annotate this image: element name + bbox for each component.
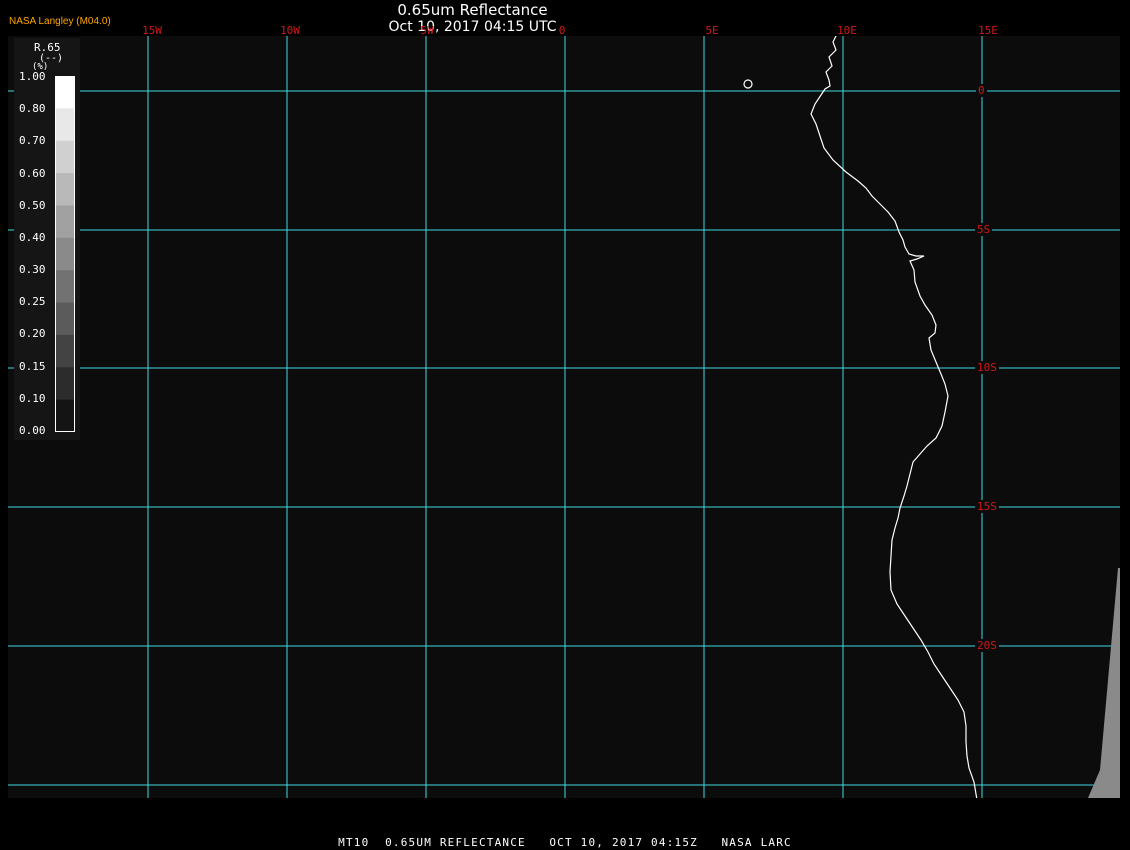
map-canvas [8, 36, 1120, 798]
legend-tick-label: 0.30 [19, 263, 46, 277]
longitude-label: 10E [837, 24, 857, 37]
legend-colorbar [55, 76, 75, 432]
latitude-label: 5S [975, 223, 993, 236]
legend-tick-label: 0.15 [19, 359, 46, 373]
legend-tick-label: 0.80 [19, 102, 46, 116]
footer-time: OCT 10, 2017 04:15Z [549, 836, 698, 849]
legend-tick-label: 0.40 [19, 230, 46, 244]
longitude-label: 5W [420, 24, 434, 37]
legend-swatch [56, 399, 74, 432]
footer-caption: MT10 0.65UM REFLECTANCE OCT 10, 2017 04:… [0, 836, 1130, 849]
longitude-label: 15E [978, 24, 998, 37]
map-title: 0.65um Reflectance [397, 1, 548, 19]
brand-label: NASA Langley (M04.0) [9, 16, 111, 27]
longitude-label: 5E [705, 24, 719, 37]
legend-tick-label: 0.50 [19, 198, 46, 212]
legend-tick-label: 0.70 [19, 134, 46, 148]
legend-swatch [56, 237, 74, 271]
longitude-label: 0 [558, 24, 566, 37]
coastline [810, 36, 978, 798]
legend-swatch [56, 173, 74, 206]
legend-swatch [56, 205, 74, 239]
latitude-label: 10S [975, 361, 999, 374]
legend-swatch [56, 367, 74, 401]
color-legend: R.65 (--) (%) 1.00 0.80 0.70 0.60 0.50 0.40 0.… [14, 38, 80, 440]
legend-swatch [56, 270, 74, 304]
map-panel [8, 36, 1120, 798]
legend-swatch [56, 302, 74, 336]
legend-tick-label: 0.00 [19, 424, 46, 437]
cloud-swath [1088, 568, 1120, 798]
legend-swatch [56, 334, 74, 368]
longitude-label: 10W [280, 24, 300, 37]
latitude-label: 20S [975, 639, 999, 652]
footer-org: NASA LARC [721, 836, 792, 849]
legend-tick-label: 0.60 [19, 166, 46, 180]
legend-tick-label: 0.10 [19, 391, 46, 405]
legend-tick-label: 0.20 [19, 327, 46, 341]
footer-sensor: MT10 [338, 836, 370, 849]
island-outline [743, 79, 753, 89]
latitude-label: 0 [976, 84, 987, 97]
legend-swatch [56, 76, 74, 109]
legend-swatch [56, 108, 74, 142]
legend-swatch [56, 140, 74, 174]
latitude-label: 15S [975, 500, 999, 513]
legend-tick-label: 0.25 [19, 295, 46, 309]
footer-product: 0.65UM REFLECTANCE [385, 836, 526, 849]
longitude-label: 15W [142, 24, 162, 37]
legend-tick-label: 1.00 [19, 70, 46, 83]
